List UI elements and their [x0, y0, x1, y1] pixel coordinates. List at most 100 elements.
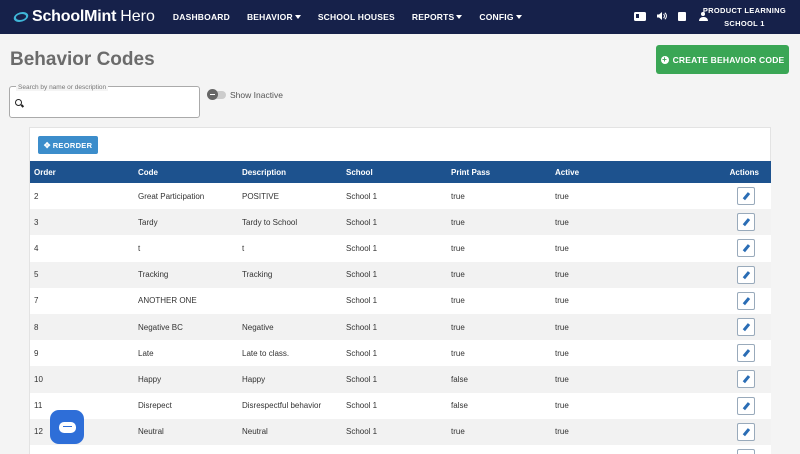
cell-print-pass: [447, 445, 551, 454]
cell-code: Tracking: [138, 270, 169, 280]
edit-pencil-icon[interactable]: [737, 291, 755, 310]
cell-description: Late to class.: [242, 348, 290, 358]
search-field[interactable]: Search by name or description: [9, 84, 200, 118]
cell-school: [342, 445, 447, 454]
cell-order: 9: [34, 348, 39, 358]
cell-code: Happy: [138, 374, 162, 384]
column-header-school[interactable]: School: [342, 161, 447, 183]
cell-active: true: [555, 191, 569, 201]
toggle-switch[interactable]: [207, 89, 226, 100]
reorder-button[interactable]: ✥ REORDER: [38, 136, 98, 154]
cell-active: [551, 445, 656, 454]
cell-school: School 1: [346, 322, 378, 332]
cell-print-pass: true: [451, 217, 465, 227]
cell-print-pass: true: [451, 322, 465, 332]
column-header-code[interactable]: Code: [134, 161, 238, 183]
table-row: 5 Tracking Tracking School 1 true true: [30, 261, 771, 288]
cell-actions: [656, 262, 771, 288]
edit-pencil-icon[interactable]: [737, 344, 755, 363]
cell-school: School 1: [346, 401, 378, 411]
cell-description: [238, 445, 342, 454]
column-header-actions: Actions: [729, 167, 759, 177]
table-row: 10 Happy Happy School 1 false true: [30, 366, 771, 393]
logo-mark-icon: [12, 12, 30, 22]
cell-description: POSITIVE: [242, 191, 279, 201]
cell-print-pass: true: [451, 296, 465, 306]
nav-item-label: CONFIG: [479, 12, 514, 22]
edit-pencil-icon[interactable]: [737, 422, 755, 441]
cell-description: Negative: [242, 322, 274, 332]
edit-pencil-icon[interactable]: [737, 318, 755, 337]
cell-school: School 1: [346, 217, 378, 227]
edit-pencil-icon[interactable]: [737, 265, 755, 284]
cell-order: 8: [34, 322, 39, 332]
caret-down-icon: [515, 15, 522, 19]
school-name-label: SCHOOL 1: [724, 19, 765, 28]
nav-item-reports[interactable]: REPORTS: [412, 12, 463, 22]
nav-item-config[interactable]: CONFIG: [479, 12, 522, 22]
edit-pencil-icon[interactable]: [737, 370, 755, 389]
cell-actions: [656, 235, 771, 261]
edit-pencil-icon[interactable]: [737, 448, 755, 454]
cell-school: School 1: [346, 270, 378, 280]
show-inactive-toggle[interactable]: Show Inactive: [207, 89, 283, 100]
nav-item-label: DASHBOARD: [172, 12, 230, 22]
page-title: Behavior Codes: [10, 49, 155, 70]
cell-order: 7: [34, 296, 39, 306]
cell-active: true: [555, 270, 569, 280]
cell-actions: [656, 183, 771, 209]
cell-school: School 1: [346, 427, 378, 437]
search-input[interactable]: [28, 95, 193, 111]
cell-actions: [656, 288, 771, 314]
cell-print-pass: true: [451, 191, 465, 201]
edit-pencil-icon[interactable]: [737, 239, 755, 258]
cell-description: [238, 288, 342, 314]
edit-pencil-icon[interactable]: [737, 396, 755, 415]
column-header-description[interactable]: Description: [238, 161, 342, 183]
cell-code: Neutral: [138, 427, 164, 437]
cell-active: true: [555, 374, 569, 384]
table-row: 4 t t School 1 true true: [30, 235, 771, 262]
nav-item-school-houses[interactable]: SCHOOL HOUSES: [318, 12, 395, 22]
edit-pencil-icon[interactable]: [737, 187, 755, 206]
cell-actions: [656, 445, 771, 454]
toggle-label: Show Inactive: [230, 90, 283, 100]
table-row: 3 Tardy Tardy to School School 1 true tr…: [30, 209, 771, 236]
reorder-button-label: REORDER: [52, 140, 93, 150]
cell-order: 10: [34, 374, 43, 384]
nav-item-label: SCHOOL HOUSES: [317, 12, 395, 22]
calendar-icon[interactable]: [676, 10, 688, 22]
cell-order: 3: [34, 217, 39, 227]
cell-code: t: [138, 243, 141, 253]
column-header-active[interactable]: Active: [551, 161, 656, 183]
table-row: 12 Neutral Neutral School 1 true true: [30, 418, 771, 445]
nav-item-label: REPORTS: [411, 12, 455, 22]
cell-school: School 1: [346, 296, 378, 306]
speaker-icon[interactable]: [655, 10, 667, 22]
edit-pencil-icon[interactable]: [737, 213, 755, 232]
table-row: [30, 444, 771, 454]
cell-code: [134, 445, 238, 454]
cell-school: School 1: [346, 243, 378, 253]
id-card-icon[interactable]: [634, 10, 646, 22]
cell-actions: [656, 340, 771, 366]
column-header-order[interactable]: Order: [30, 161, 134, 183]
create-behavior-code-button[interactable]: + CREATE BEHAVIOR CODE: [656, 45, 789, 74]
cell-code: ANOTHER ONE: [138, 296, 197, 306]
search-icon: [15, 99, 22, 106]
cell-print-pass: true: [451, 270, 465, 280]
cell-print-pass: false: [451, 374, 468, 384]
cell-description: Tracking: [242, 270, 273, 280]
schoolmint-logo[interactable]: SchoolMint Hero: [12, 8, 155, 26]
column-header-print-pass[interactable]: Print Pass: [447, 161, 551, 183]
table-row: 11 Disrepect Disrespectful behavior Scho…: [30, 392, 771, 419]
plus-circle-icon: +: [660, 54, 669, 64]
table-row: 9 Late Late to class. School 1 true true: [30, 340, 771, 367]
school-selector[interactable]: PRODUCT LEARNING SCHOOL 1: [703, 4, 786, 30]
nav-item-behavior[interactable]: BEHAVIOR: [247, 12, 301, 22]
cell-description: Neutral: [242, 427, 268, 437]
chat-support-button[interactable]: [50, 410, 84, 444]
cell-actions: [656, 393, 771, 419]
cell-school: School 1: [346, 191, 378, 201]
nav-item-dashboard[interactable]: DASHBOARD: [173, 12, 230, 22]
